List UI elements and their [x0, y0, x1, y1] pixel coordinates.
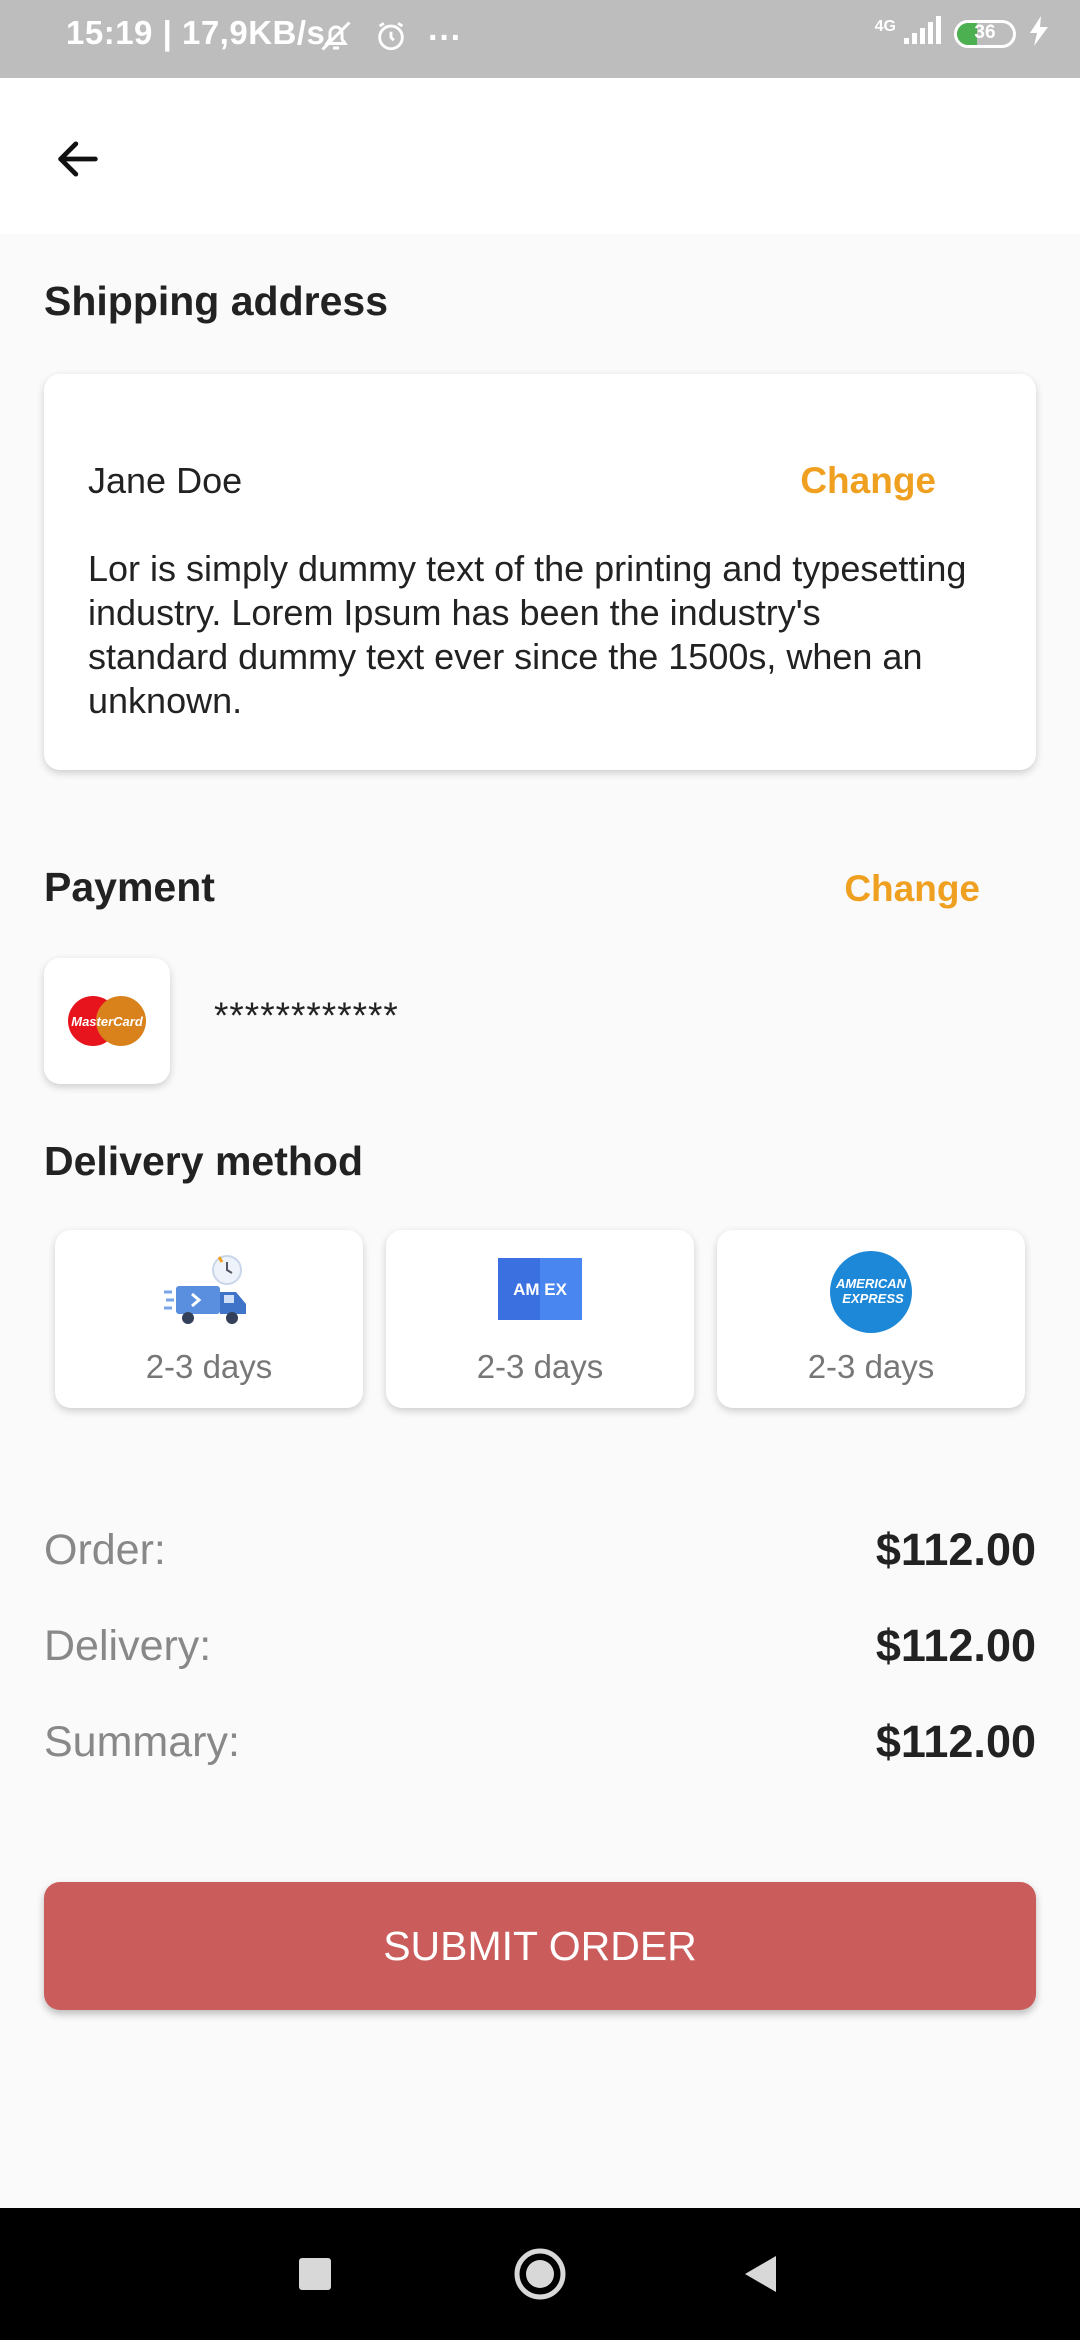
submit-order-button[interactable]: SUBMIT ORDER	[44, 1882, 1036, 2010]
delivery-option-label: 2-3 days	[807, 1348, 935, 1385]
back-button[interactable]	[42, 123, 114, 195]
home-button[interactable]	[480, 2208, 600, 2340]
battery-indicator: 36	[954, 19, 1016, 48]
battery-percent: 36	[974, 21, 996, 43]
delivery-option-american-express[interactable]: AMERICAN EXPRESS 2-3 days	[717, 1230, 1025, 1408]
system-nav-bar	[0, 2208, 1080, 2340]
shipping-title: Shipping address	[44, 278, 388, 324]
summary-value: $112.00	[875, 1716, 1036, 1767]
svg-text:EXPRESS: EXPRESS	[842, 1291, 904, 1306]
amex-logo-icon: AM EX	[498, 1258, 582, 1325]
back-nav-button[interactable]	[700, 2208, 820, 2340]
charging-bolt-icon	[1028, 16, 1050, 51]
signal-icon	[902, 16, 942, 51]
status-right-icons: 4G 36	[875, 16, 1050, 51]
app-bar	[0, 78, 1080, 234]
alarm-clock-icon	[374, 19, 408, 58]
delivery-option-amex[interactable]: AM EX 2-3 days	[386, 1230, 694, 1408]
delivery-cost-label: Delivery:	[44, 1622, 212, 1670]
status-left-icons: ···	[318, 18, 462, 59]
delivery-cost-value: $112.00	[875, 1620, 1036, 1671]
square-icon	[299, 2258, 331, 2290]
change-payment-link[interactable]: Change	[844, 868, 980, 910]
american-express-icon: AMERICAN EXPRESS	[829, 1250, 913, 1339]
mastercard-brand-text: MasterCard	[71, 1014, 144, 1029]
masked-card-number: ************	[214, 995, 399, 1036]
network-type: 4G	[874, 17, 896, 35]
arrow-left-icon	[58, 141, 98, 177]
delivery-title: Delivery method	[44, 1138, 363, 1184]
mastercard-card[interactable]: MasterCard	[44, 958, 170, 1084]
recipient-name: Jane Doe	[88, 460, 243, 501]
svg-text:AMERICAN: AMERICAN	[835, 1276, 907, 1291]
muted-bell-icon	[318, 18, 354, 59]
change-address-link[interactable]: Change	[800, 460, 936, 502]
shipping-address-card: Jane Doe Change Lor is simply dummy text…	[44, 374, 1036, 770]
amex-logo-text: AM EX	[513, 1280, 568, 1299]
status-bar: 15:19 | 17,9KB/s ··· 4G 36	[0, 0, 1080, 78]
address-text: Lor is simply dummy text of the printing…	[88, 548, 967, 721]
circle-icon	[514, 2248, 566, 2300]
status-time-speed: 15:19 | 17,9KB/s	[66, 14, 326, 51]
order-label: Order:	[44, 1526, 166, 1574]
delivery-option-truck[interactable]: 2-3 days	[55, 1230, 363, 1408]
order-value: $112.00	[875, 1524, 1036, 1575]
mastercard-logo-icon: MasterCard	[68, 996, 146, 1046]
delivery-truck-icon	[164, 1252, 254, 1337]
delivery-option-label: 2-3 days	[476, 1348, 604, 1385]
summary-label: Summary:	[44, 1718, 240, 1766]
delivery-option-label: 2-3 days	[145, 1348, 273, 1385]
recents-button[interactable]	[255, 2208, 375, 2340]
status-more: ···	[428, 19, 462, 57]
payment-title: Payment	[44, 864, 215, 910]
triangle-back-icon	[745, 2256, 776, 2292]
